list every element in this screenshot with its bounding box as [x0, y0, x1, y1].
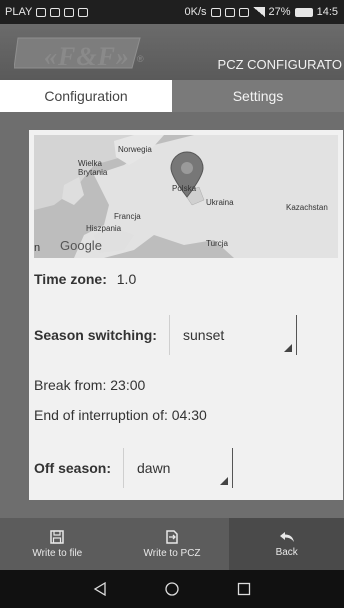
system-nav-bar [0, 570, 344, 608]
location-map[interactable]: Norwegia Wielka Brytania Polska Ukraina … [34, 135, 338, 258]
carrier-label: PLAY [5, 6, 33, 18]
tab-configuration[interactable]: Configuration [0, 80, 172, 112]
video-icon [50, 7, 61, 17]
off-season-value: dawn [137, 460, 171, 476]
gallery-icon [78, 7, 89, 17]
signal-icon [252, 7, 265, 17]
configuration-card: Norwegia Wielka Brytania Polska Ukraina … [29, 130, 343, 500]
alarm-icon [224, 7, 235, 17]
nfc-icon [210, 7, 221, 17]
nav-back-icon[interactable] [93, 582, 107, 596]
end-interruption-text: End of interruption of: 04:30 [34, 407, 207, 423]
write-to-pcz-label: Write to PCZ [143, 547, 201, 559]
net-speed: 0K/s [184, 6, 207, 18]
google-attribution: Google [60, 238, 102, 253]
battery-icon [294, 7, 313, 17]
map-label-ukraine: Ukraina [206, 198, 234, 207]
page-title: PCZ CONFIGURATO [217, 57, 342, 72]
tab-bar: Configuration Settings [0, 80, 344, 112]
map-label-spain: Hiszpania [86, 224, 122, 233]
write-to-file-label: Write to file [32, 547, 83, 559]
map-edge-letter: n [34, 242, 41, 254]
status-bar: PLAY 0K/s 27% 14:5 [0, 0, 344, 24]
map-label-poland: Polska [172, 184, 197, 193]
nav-home-icon[interactable] [165, 582, 179, 596]
message-icon [36, 7, 47, 17]
nav-recents-icon[interactable] [237, 582, 251, 596]
action-bar: Write to file Write to PCZ Back [0, 518, 344, 570]
write-to-file-button[interactable]: Write to file [0, 518, 115, 570]
battery-percent: 27% [268, 6, 291, 18]
map-label-france: Francja [114, 212, 141, 221]
logo-registered: ® [137, 54, 144, 64]
time-zone-row: Time zone: 1.0 [34, 271, 136, 287]
time-zone-value: 1.0 [116, 271, 137, 287]
map-label-uk: Wielka Brytania [78, 159, 108, 177]
season-switching-label: Season switching: [34, 327, 157, 343]
time-zone-label: Time zone: [34, 271, 107, 287]
break-from-text: Break from: 23:00 [34, 377, 146, 393]
dropdown-arrow-icon [220, 477, 228, 485]
dropdown-arrow-icon [284, 344, 292, 352]
back-arrow-icon [279, 531, 294, 542]
map-label-kazakhstan: Kazachstan [286, 203, 328, 212]
season-switching-select[interactable]: sunset [169, 315, 297, 355]
clock: 14:5 [316, 6, 338, 18]
back-button[interactable]: Back [229, 518, 344, 570]
map-label-norway: Norwegia [118, 145, 152, 154]
export-icon [166, 529, 178, 544]
facebook-icon [64, 7, 75, 17]
tab-settings[interactable]: Settings [172, 80, 344, 112]
map-label-turkey: Turcja [206, 239, 228, 248]
write-to-pcz-button[interactable]: Write to PCZ [115, 518, 230, 570]
season-switching-value: sunset [183, 327, 225, 343]
off-season-select[interactable]: dawn [123, 448, 233, 488]
logo-text: «F&F» [44, 42, 130, 71]
save-icon [50, 529, 65, 544]
vibrate-icon [238, 7, 249, 17]
off-season-label: Off season: [34, 460, 112, 476]
back-label: Back [275, 546, 298, 558]
